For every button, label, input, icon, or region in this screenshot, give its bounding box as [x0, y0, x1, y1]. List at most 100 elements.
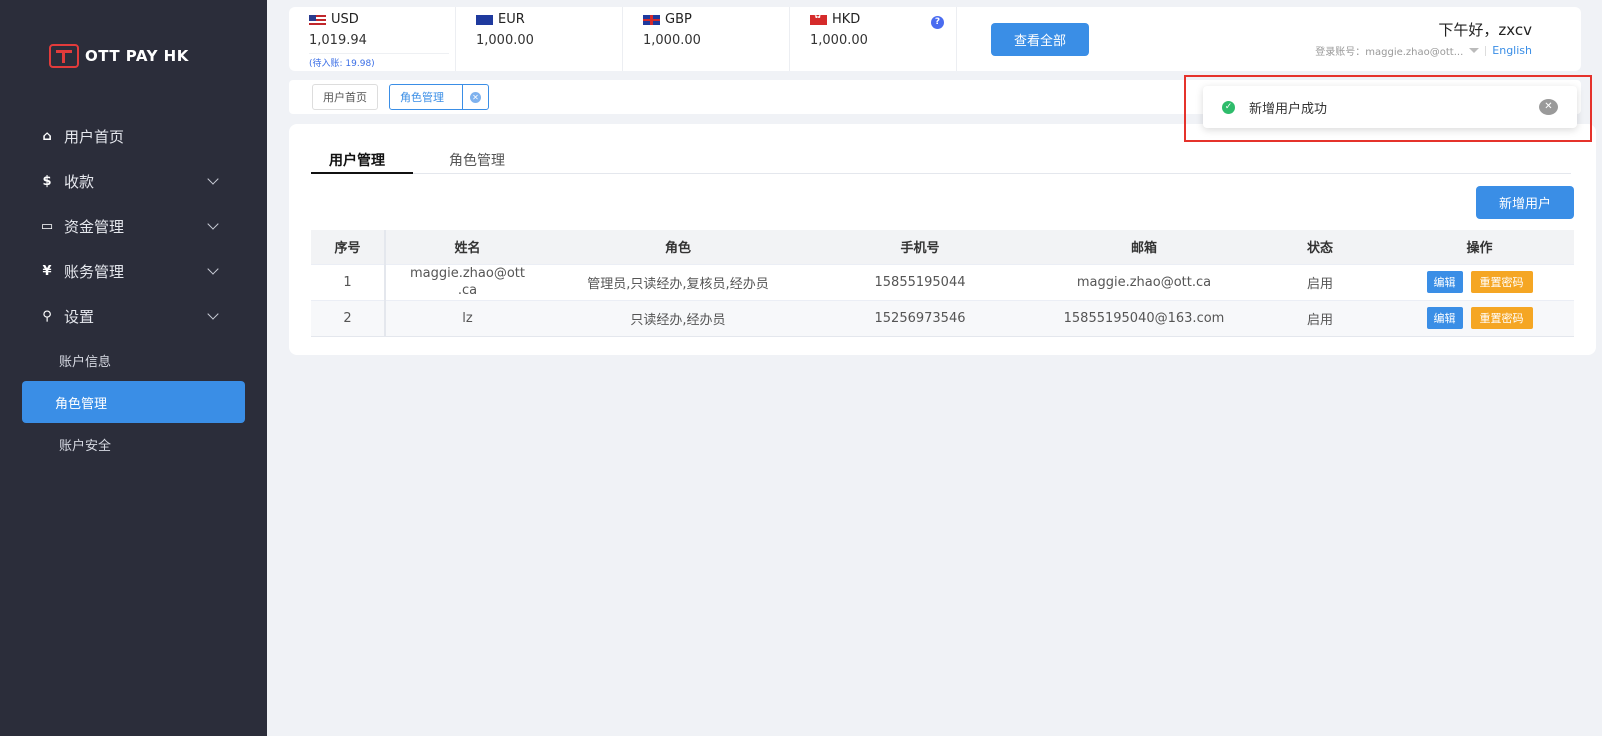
help-icon[interactable]: ? [931, 16, 944, 29]
currency-amount: 1,000.00 [810, 33, 868, 48]
column-header: 手机号 [807, 230, 1033, 264]
cell-email: 15855195040@163.com [1033, 299, 1255, 336]
us-flag-icon [309, 14, 326, 25]
sidebar-subitem-account-info[interactable]: 账户信息 [0, 339, 267, 381]
logo-text: OTT PAY HK [85, 47, 189, 65]
name-line: maggie.zhao@ott [409, 266, 525, 281]
pending-amount: (待入账: 19.98) [309, 53, 449, 69]
sidebar-item-home[interactable]: ⌂ 用户首页 [0, 114, 267, 159]
currency-code: HKD [832, 12, 861, 27]
cell-name: lz [385, 299, 549, 336]
cell-status: 启用 [1255, 299, 1385, 336]
account-info: 登录账号：maggie.zhao@ott... English [1315, 43, 1532, 58]
sidebar-item-label: 账务管理 [64, 263, 125, 281]
column-header: 角色 [549, 230, 807, 264]
cell-phone: 15855195044 [807, 263, 1033, 300]
notification-message: 新增用户成功 [1249, 101, 1328, 117]
logo[interactable]: OTT PAY HK [49, 44, 189, 68]
currency-hkd: HKD 1,000.00 [790, 7, 957, 71]
name-line: .ca [457, 283, 478, 298]
close-icon[interactable]: ✕ [1539, 99, 1558, 115]
cell-role: 只读经办,经办员 [549, 299, 807, 336]
cell-index: 1 [311, 263, 386, 300]
cell-role: 管理员,只读经办,复核员,经办员 [549, 263, 807, 300]
currency-amount: 1,000.00 [476, 33, 534, 48]
sidebar-subitem-label: 账户安全 [59, 438, 112, 454]
check-circle-icon: ✓ [1222, 100, 1235, 114]
sidebar-item-label: 设置 [64, 308, 95, 326]
chevron-down-icon [207, 173, 219, 185]
language-switch[interactable]: English [1492, 44, 1532, 57]
reset-password-button[interactable]: 重置密码 [1470, 307, 1533, 329]
column-header: 序号 [311, 230, 386, 264]
currency-gbp: GBP 1,000.00 [623, 7, 790, 71]
chevron-down-icon [207, 218, 219, 230]
tab-bar: 用户管理 角色管理 [311, 144, 1571, 174]
cell-name: maggie.zhao@ott .ca [385, 263, 549, 300]
currency-usd: USD 1,019.94 (待入账: 19.98) [289, 7, 456, 71]
sidebar-item-label: 用户首页 [64, 128, 125, 146]
sidebar: OTT PAY HK ⌂ 用户首页 $ 收款 ▭ 资金管理 ¥ 账务管理 ⚲ 设… [0, 0, 267, 736]
cell-index: 2 [311, 299, 386, 336]
edit-button[interactable]: 编辑 [1426, 307, 1463, 329]
column-header: 姓名 [385, 230, 549, 264]
table-row: 2 lz 只读经办,经办员 15256973546 15855195040@16… [311, 299, 1574, 336]
home-icon: ⌂ [42, 129, 52, 144]
sidebar-item-funds[interactable]: ▭ 资金管理 [0, 204, 267, 249]
add-user-button[interactable]: 新增用户 [1476, 186, 1574, 219]
tag-label: 用户首页 [323, 91, 367, 104]
cell-status: 启用 [1255, 263, 1385, 300]
logo-mark-icon [49, 44, 79, 68]
currency-code: GBP [665, 12, 692, 27]
divider [1485, 45, 1487, 56]
currency-code: EUR [498, 12, 525, 27]
sidebar-subitem-account-security[interactable]: 账户安全 [0, 423, 267, 465]
card-icon: ▭ [40, 219, 54, 234]
table-header-row: 序号 姓名 角色 手机号 邮箱 状态 操作 [311, 230, 1574, 264]
currency-code: USD [331, 12, 359, 27]
tab-role-management[interactable]: 角色管理 [449, 144, 505, 174]
table-row: 1 maggie.zhao@ott .ca 管理员,只读经办,复核员,经办员 1… [311, 263, 1574, 300]
balance-header: USD 1,019.94 (待入账: 19.98) EUR 1,000.00 G… [289, 7, 1581, 71]
sidebar-item-payments[interactable]: $ 收款 [0, 159, 267, 204]
main-panel: 用户管理 角色管理 新增用户 序号 姓名 角色 手机号 邮箱 状态 操作 1 m… [289, 124, 1596, 355]
currency-eur: EUR 1,000.00 [456, 7, 623, 71]
sidebar-item-label: 收款 [64, 173, 95, 191]
sidebar-item-accounts[interactable]: ¥ 账务管理 [0, 249, 267, 294]
greeting: 下午好，zxcv [1438, 21, 1532, 39]
close-icon: ✕ [470, 91, 481, 103]
caret-down-icon[interactable] [1469, 48, 1480, 53]
column-header: 邮箱 [1033, 230, 1255, 264]
success-notification: ✓ 新增用户成功 ✕ [1203, 86, 1577, 128]
cell-actions: 编辑 重置密码 [1385, 299, 1574, 336]
view-all-button[interactable]: 查看全部 [991, 23, 1089, 56]
sidebar-subitem-label: 账户信息 [59, 354, 112, 370]
yen-icon: ¥ [42, 264, 52, 279]
sidebar-item-label: 资金管理 [64, 218, 125, 236]
tag-home[interactable]: 用户首页 [312, 84, 378, 110]
account-label[interactable]: 登录账号：maggie.zhao@ott... [1315, 43, 1463, 58]
tag-close-button[interactable]: ✕ [462, 85, 488, 109]
sidebar-item-settings[interactable]: ⚲ 设置 [0, 294, 267, 339]
cell-email: maggie.zhao@ott.ca [1033, 263, 1255, 300]
search-icon: ⚲ [42, 309, 52, 324]
tag-label: 角色管理 [400, 91, 444, 104]
currency-amount: 1,019.94 [309, 33, 367, 48]
reset-password-button[interactable]: 重置密码 [1470, 271, 1533, 293]
column-header: 状态 [1255, 230, 1385, 264]
tag-role-management[interactable]: 角色管理 ✕ [389, 84, 489, 110]
eu-flag-icon [476, 14, 493, 25]
gb-flag-icon [643, 14, 660, 25]
column-header: 操作 [1385, 230, 1574, 264]
sidebar-menu: ⌂ 用户首页 $ 收款 ▭ 资金管理 ¥ 账务管理 ⚲ 设置 账户信息 角色管理 [0, 114, 267, 465]
user-table: 序号 姓名 角色 手机号 邮箱 状态 操作 1 maggie.zhao@ott … [311, 230, 1574, 337]
chevron-down-icon [207, 308, 219, 320]
tab-user-management[interactable]: 用户管理 [311, 144, 413, 174]
hk-flag-icon [810, 11, 827, 25]
cell-actions: 编辑 重置密码 [1385, 263, 1574, 300]
edit-button[interactable]: 编辑 [1426, 271, 1463, 293]
sidebar-subitem-role-management[interactable]: 角色管理 [22, 381, 245, 423]
dollar-icon: $ [42, 174, 52, 189]
sidebar-subitem-label: 角色管理 [55, 396, 108, 412]
chevron-down-icon [207, 263, 219, 275]
